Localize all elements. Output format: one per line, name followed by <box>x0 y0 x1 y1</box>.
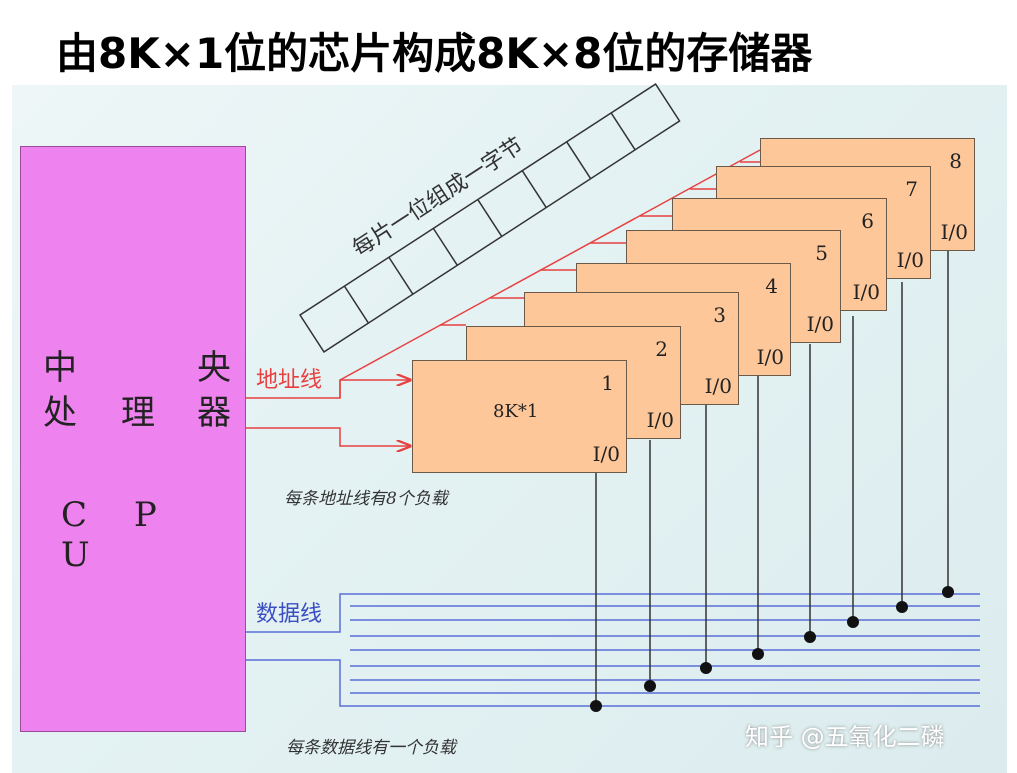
data-line-label: 数据线 <box>256 602 323 627</box>
junction-dot <box>942 586 954 598</box>
junction-dot <box>896 601 908 613</box>
chip-io-label: I/0 <box>940 220 968 244</box>
chip-number: 2 <box>655 337 668 361</box>
junction-dot <box>590 700 602 712</box>
address-line-label: 地址线 <box>256 368 323 393</box>
chip-number: 4 <box>765 274 778 298</box>
chip-number: 8 <box>949 149 962 173</box>
chip-number: 3 <box>713 303 726 327</box>
address-load-note: 每条地址线有8个负载 <box>284 489 448 509</box>
chip-io-label: I/0 <box>896 248 924 272</box>
chip-number: 7 <box>905 177 918 201</box>
junction-dot <box>752 648 764 660</box>
junction-dot <box>847 616 859 628</box>
cpu-char-zhong: 中 <box>43 348 77 388</box>
chip-number: 6 <box>861 209 874 233</box>
chip-io-label: I/0 <box>756 345 784 369</box>
chip-io-label: I/0 <box>852 280 880 304</box>
cpu-abbr: C P U <box>61 495 175 575</box>
chip-number: 1 <box>601 371 614 395</box>
cpu-char-yang: 央 <box>197 348 231 388</box>
chip-1: 1 8K*1 I/0 <box>412 360 627 473</box>
cpu-char-li: 理 <box>121 393 155 433</box>
chip-io-label: I/0 <box>806 312 834 336</box>
cpu-char-qi: 器 <box>197 393 231 433</box>
chip-number: 5 <box>815 241 828 265</box>
cpu-char-chu: 处 <box>43 393 77 433</box>
chip-io-label: I/0 <box>592 442 620 466</box>
junction-dot <box>700 662 712 674</box>
data-lines <box>246 593 980 707</box>
cpu-block: 中 央 处 理 器 C P U <box>20 146 246 732</box>
chip-capacity-label: 8K*1 <box>493 401 539 422</box>
chip-io-label: I/0 <box>646 408 674 432</box>
junction-dot <box>804 631 816 643</box>
junction-dot <box>644 680 656 692</box>
data-load-note: 每条数据线有一个负载 <box>286 738 456 758</box>
chip-io-label: I/0 <box>704 374 732 398</box>
watermark: 知乎 @五氧化二磷 <box>745 723 945 751</box>
